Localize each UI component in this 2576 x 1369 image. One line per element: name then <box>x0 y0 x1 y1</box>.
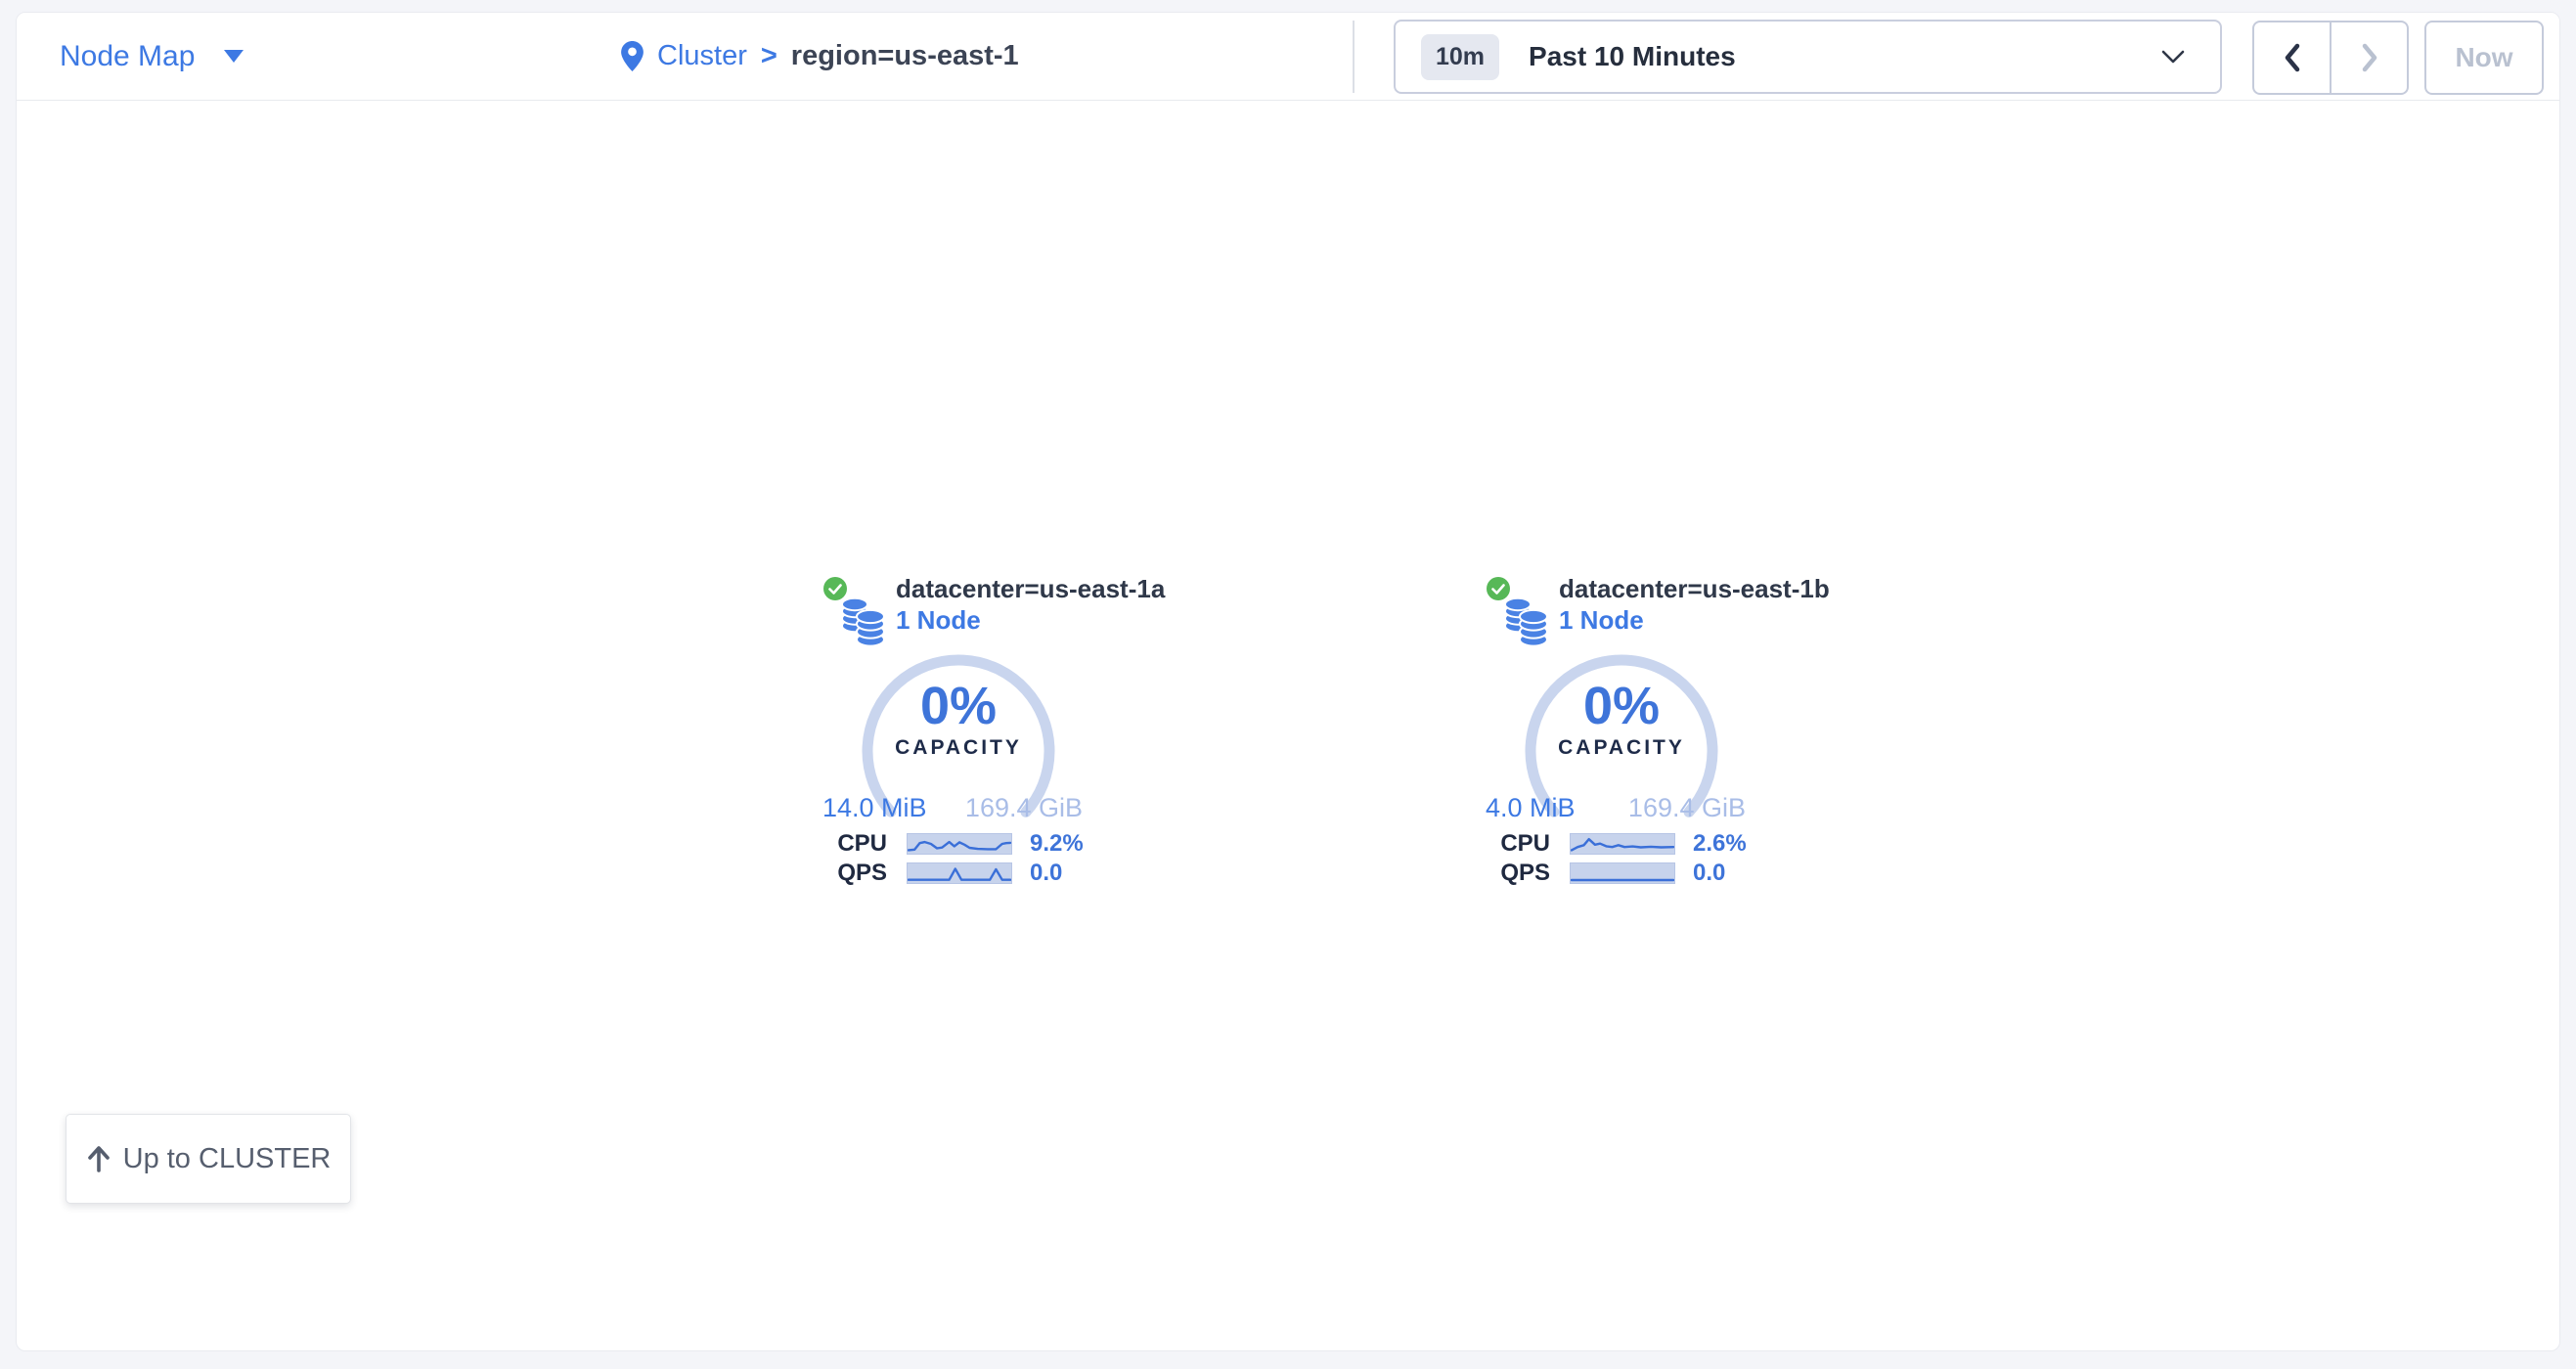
breadcrumb-cluster-link[interactable]: Cluster <box>657 40 747 72</box>
time-back-button[interactable] <box>2254 22 2330 93</box>
databases-icon <box>838 596 886 647</box>
breadcrumb: Cluster > region=us-east-1 <box>621 13 1019 100</box>
capacity-caption: CAPACITY <box>861 736 1056 760</box>
chevron-down-icon <box>2161 50 2185 64</box>
capacity-percent: 0% <box>861 676 1056 736</box>
arrow-up-icon <box>86 1145 111 1172</box>
cpu-sparkline <box>1570 833 1675 855</box>
cpu-metric-row: CPU 9.2% <box>799 832 1092 856</box>
locality-title: datacenter=us-east-1a <box>896 574 1165 604</box>
time-window-badge: 10m <box>1421 34 1499 80</box>
qps-label: QPS <box>799 860 887 887</box>
qps-value: 0.0 <box>1693 860 1725 887</box>
qps-value: 0.0 <box>1030 860 1062 887</box>
cpu-label: CPU <box>799 830 887 858</box>
chevron-right-icon <box>2359 42 2380 73</box>
up-to-cluster-label: Up to CLUSTER <box>123 1143 332 1175</box>
qps-label: QPS <box>1462 860 1550 887</box>
capacity-percent: 0% <box>1524 676 1719 736</box>
up-to-cluster-button[interactable]: Up to CLUSTER <box>66 1114 351 1204</box>
cpu-metric-row: CPU 2.6% <box>1462 832 1755 856</box>
node-map-page: Node Map Cluster > region=us-east-1 10m … <box>0 0 2576 1369</box>
capacity-values: 14.0 MiB 169.4 GiB <box>822 793 1083 823</box>
cpu-value: 9.2% <box>1030 830 1084 858</box>
cpu-value: 2.6% <box>1693 830 1747 858</box>
time-forward-button[interactable] <box>2330 22 2407 93</box>
view-selector-label: Node Map <box>60 40 195 73</box>
time-window-label: Past 10 Minutes <box>1529 41 1736 72</box>
databases-icon <box>1501 596 1549 647</box>
cpu-sparkline <box>907 833 1012 855</box>
locality-card-us-east-1a[interactable]: datacenter=us-east-1a 1 Node 0% CAPACITY… <box>799 560 1092 898</box>
capacity-caption: CAPACITY <box>1524 736 1719 760</box>
time-window-dropdown[interactable]: 10m Past 10 Minutes <box>1394 20 2222 94</box>
status-ok-icon <box>823 577 847 600</box>
qps-metric-row: QPS 0.0 <box>1462 861 1755 885</box>
capacity-used: 4.0 MiB <box>1486 793 1576 823</box>
header-bar: Node Map Cluster > region=us-east-1 10m … <box>17 13 2559 101</box>
locality-card-us-east-1b[interactable]: datacenter=us-east-1b 1 Node 0% CAPACITY… <box>1462 560 1755 898</box>
header-divider <box>1353 21 1355 93</box>
locality-node-count: 1 Node <box>896 605 981 636</box>
breadcrumb-current: region=us-east-1 <box>791 40 1019 72</box>
locality-node-count: 1 Node <box>1559 605 1644 636</box>
caret-down-icon <box>224 50 244 63</box>
capacity-values: 4.0 MiB 169.4 GiB <box>1486 793 1746 823</box>
time-step-buttons <box>2252 21 2409 95</box>
view-selector-dropdown[interactable]: Node Map <box>60 13 244 100</box>
capacity-total: 169.4 GiB <box>965 793 1083 823</box>
status-ok-icon <box>1487 577 1510 600</box>
qps-metric-row: QPS 0.0 <box>799 861 1092 885</box>
qps-sparkline <box>1570 862 1675 884</box>
qps-sparkline <box>907 862 1012 884</box>
locality-title: datacenter=us-east-1b <box>1559 574 1830 604</box>
chevron-left-icon <box>2282 42 2303 73</box>
node-map-panel: Node Map Cluster > region=us-east-1 10m … <box>16 12 2560 1351</box>
capacity-total: 169.4 GiB <box>1628 793 1746 823</box>
cpu-label: CPU <box>1462 830 1550 858</box>
map-pin-icon <box>621 41 644 71</box>
now-button[interactable]: Now <box>2424 21 2544 95</box>
capacity-used: 14.0 MiB <box>822 793 927 823</box>
breadcrumb-separator: > <box>761 40 777 72</box>
